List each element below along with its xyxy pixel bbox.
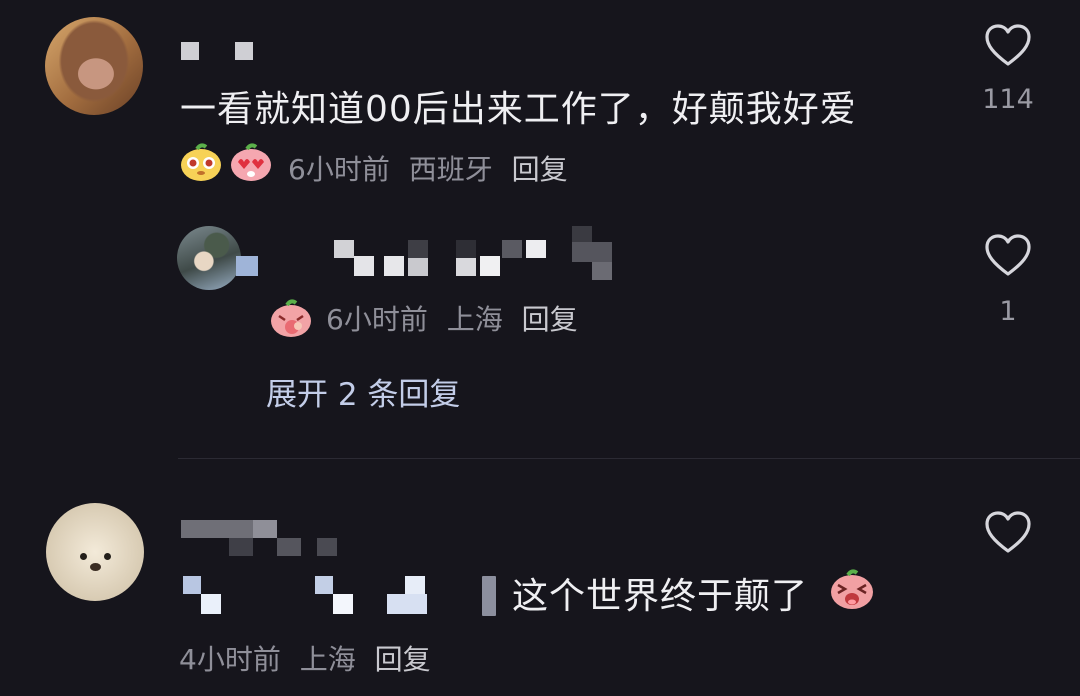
location: 上海 [299, 643, 356, 676]
comments-page: 一看就知道00后出来工作了，好颠我好爱 6小时前 西班牙 回复 114 6小时前… [0, 0, 1080, 696]
avatar[interactable] [46, 503, 144, 601]
username-redacted[interactable] [181, 40, 261, 60]
reply-button[interactable]: 回复 [375, 643, 431, 676]
timestamp: 4小时前 [179, 643, 281, 676]
comment-meta: 4小时前 上海 回复 [179, 638, 431, 678]
reply-meta: 6小时前 上海 回复 [326, 298, 578, 338]
pink-heart-eyes-emoji [230, 140, 272, 181]
pink-laugh-emoji [830, 566, 874, 610]
like-count: 114 [982, 84, 1034, 115]
username-redacted[interactable] [181, 515, 381, 559]
comment-meta: 6小时前 西班牙 回复 [288, 148, 568, 188]
location: 上海 [446, 303, 503, 336]
username-redacted[interactable] [236, 226, 636, 282]
like-heart-icon[interactable] [984, 233, 1032, 277]
like-heart-icon[interactable] [984, 23, 1032, 67]
divider [178, 458, 1080, 459]
avatar[interactable] [177, 226, 241, 290]
reply-button[interactable]: 回复 [522, 303, 578, 336]
like-count: 1 [999, 296, 1017, 327]
comment-text: 一看就知道00后出来工作了，好颠我好爱 [180, 89, 857, 130]
redaction-bar [482, 576, 496, 616]
expand-replies-link[interactable]: 展开 2 条回复 [266, 369, 460, 414]
location: 西班牙 [408, 153, 493, 186]
reply-button[interactable]: 回复 [512, 153, 568, 186]
avatar[interactable] [45, 17, 143, 115]
bear-eye [104, 553, 111, 560]
timestamp: 6小时前 [326, 303, 428, 336]
comment-text-redacted [181, 574, 501, 618]
bear-eye [80, 553, 87, 560]
yellow-fruit-emoji [180, 140, 222, 181]
comment-text: 这个世界终于颠了 [512, 576, 809, 617]
pink-peach-emoji [270, 296, 312, 337]
bear-nose [90, 563, 101, 571]
like-heart-icon[interactable] [984, 510, 1032, 554]
timestamp: 6小时前 [288, 153, 390, 186]
